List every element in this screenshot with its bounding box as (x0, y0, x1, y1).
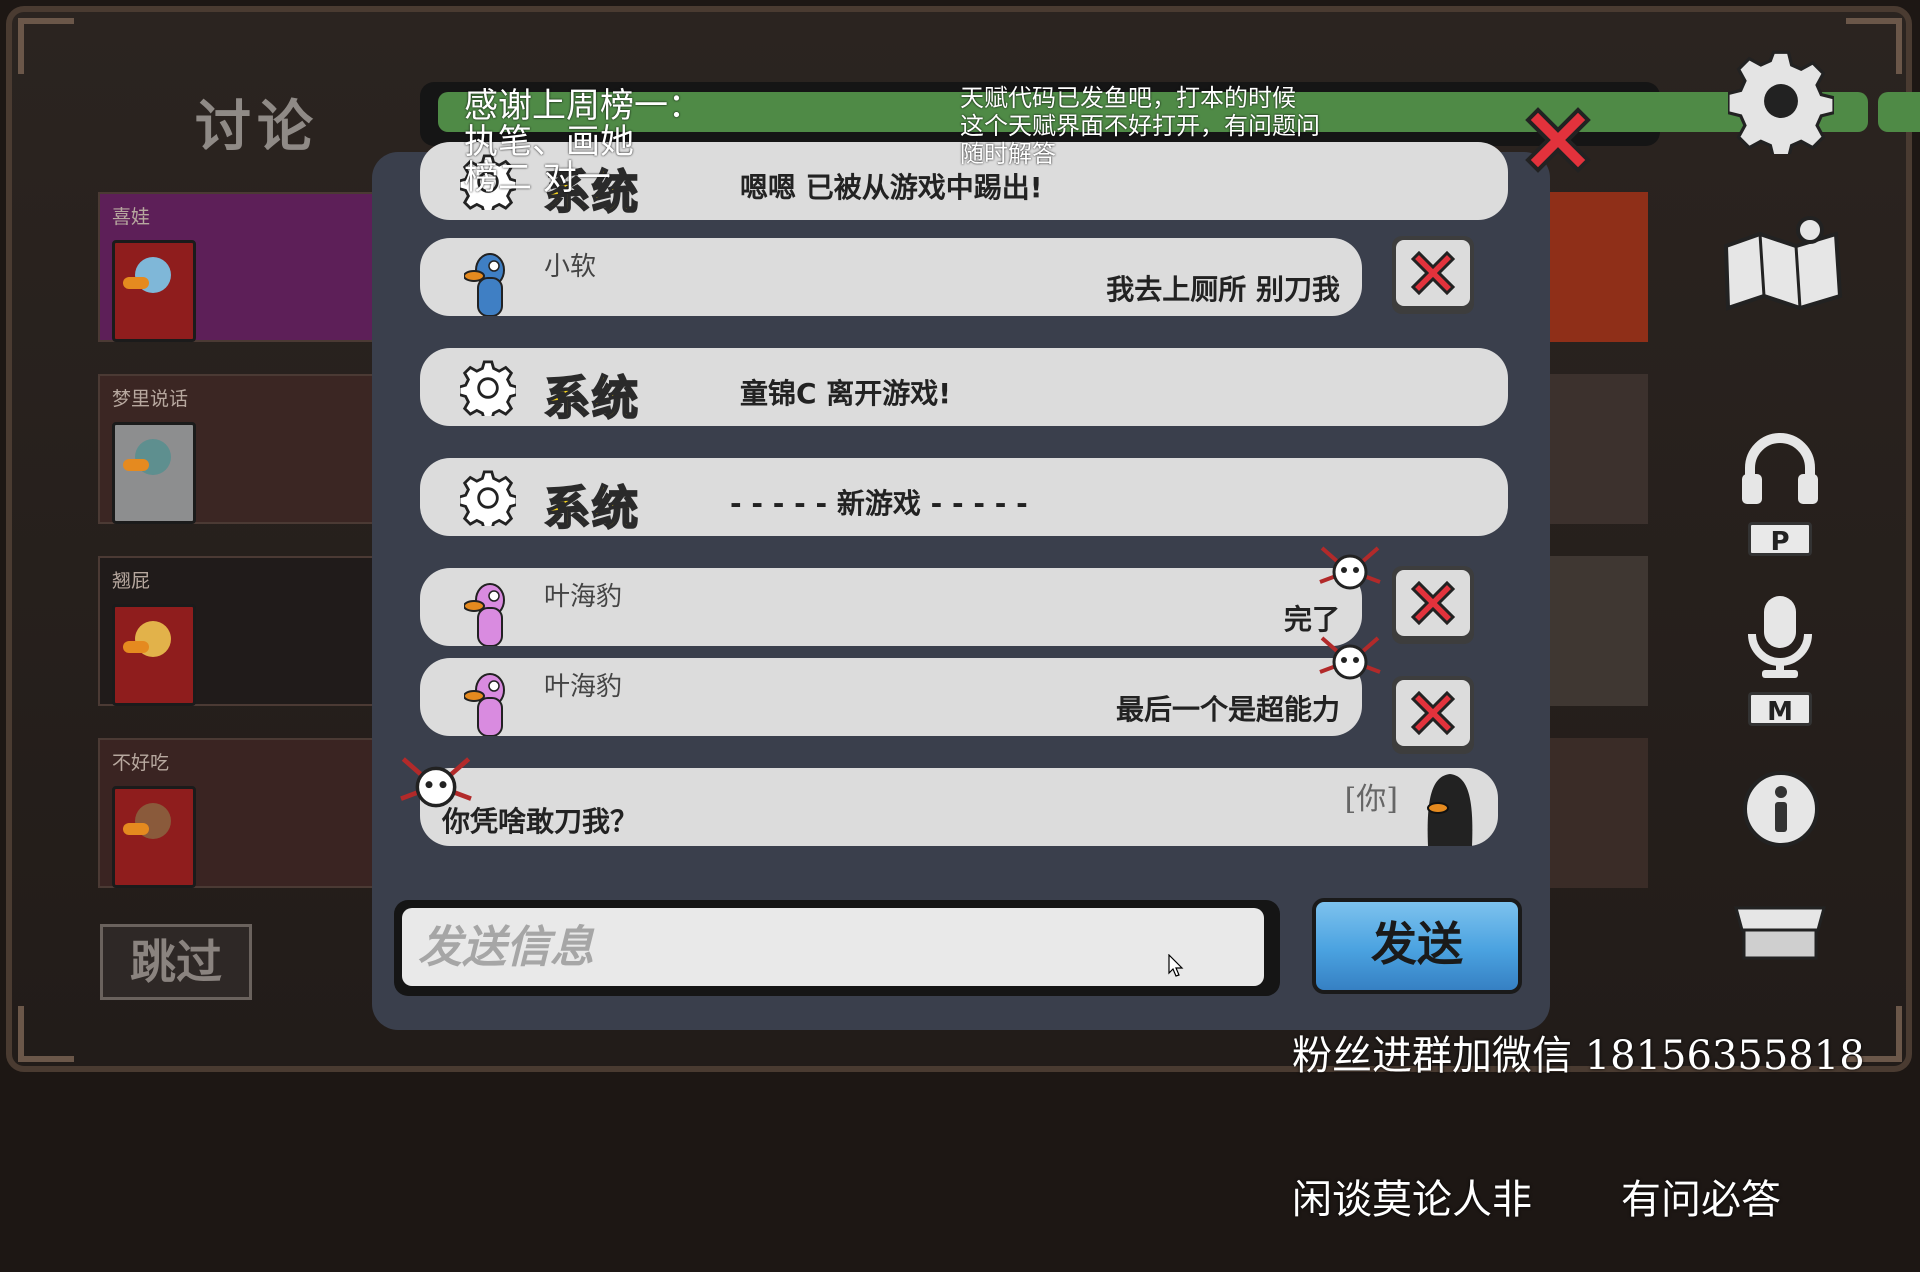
report-button[interactable] (1392, 676, 1474, 754)
overlay-line: 天赋代码已发鱼吧，打本的时候 (960, 84, 1296, 112)
goose-beak (123, 641, 149, 653)
chat-username: 叶海豹 (544, 582, 623, 612)
headphones-icon[interactable] (1738, 428, 1822, 508)
microphone-icon[interactable] (1742, 594, 1818, 678)
goose-beak (123, 459, 149, 471)
system-gear-icon (460, 470, 516, 526)
chat-message-text: 最后一个是超能力 (1115, 693, 1340, 726)
system-label: 系统 (543, 370, 640, 426)
chat-message-text: 你凭啥敢刀我？ (442, 805, 639, 838)
system-message-text: - - - - - 新游戏 - - - - - (730, 487, 1028, 520)
dead-skull-icon (1319, 546, 1381, 590)
map-icon[interactable] (1718, 210, 1848, 314)
player-avatar (112, 604, 196, 706)
player-card-right[interactable] (1538, 192, 1648, 342)
overlay-line: 榜二 对一 (464, 158, 611, 198)
chat-message-user: 小软 我去上厕所 别刀我 (420, 238, 1362, 316)
stream-overlay-notice: 天赋代码已发鱼吧，打本的时候 这个天赋界面不好打开，有问题问 随时解答 (960, 84, 1320, 168)
overlay-line: 感谢上周榜一： (464, 86, 702, 126)
overlay-line: 粉丝进群加微信 18156355818 (1292, 1033, 1865, 1079)
player-card[interactable]: 梦里说话 (98, 374, 378, 524)
overlay-line: 随时解答 (960, 140, 1056, 168)
system-label: 系统 (543, 480, 640, 536)
frame-corner (18, 1006, 74, 1062)
mouse-cursor-icon (1168, 954, 1184, 977)
player-name: 喜娃 (112, 206, 151, 228)
chat-message-user: 叶海豹 完了 (420, 546, 1381, 646)
stream-overlay-contact: 粉丝进群加微信 18156355818 闲谈莫论人非 有问必答 (1292, 936, 1865, 1272)
chat-username: 叶海豹 (544, 672, 623, 702)
red-x-icon (1410, 580, 1456, 626)
goose-avatar-icon (464, 583, 505, 646)
chat-message-user: 叶海豹 最后一个是超能力 (420, 636, 1381, 736)
chat-input-wrapper (394, 900, 1280, 996)
player-card[interactable]: 翘屁 (98, 556, 378, 706)
player-avatar (112, 422, 196, 524)
player-card[interactable]: 不好吃 (98, 738, 378, 888)
player-avatar (112, 786, 196, 888)
overlay-line: 闲谈莫论人非 有问必答 (1292, 1177, 1782, 1223)
chat-panel: 系统 嗯嗯 已被从游戏中踢出! 小软 我去上厕所 别刀我 系统 童锦C 离开游戏… (372, 142, 1550, 1030)
report-button[interactable] (1392, 566, 1474, 644)
player-name: 翘屁 (112, 570, 151, 592)
system-gear-icon (460, 360, 516, 416)
close-chat-icon[interactable] (1518, 100, 1598, 180)
goose-beak (123, 823, 149, 835)
settings-gear-icon[interactable] (1728, 48, 1834, 154)
report-button[interactable] (1392, 236, 1474, 314)
hooded-goose-avatar-icon (1427, 774, 1473, 846)
player-avatar (112, 240, 196, 342)
red-x-icon (1410, 690, 1456, 736)
frame-corner (1846, 18, 1902, 74)
info-icon[interactable] (1742, 770, 1820, 848)
chat-message-input[interactable] (402, 908, 1264, 986)
chat-message-text: 我去上厕所 别刀我 (1106, 273, 1340, 306)
frame-corner (18, 18, 74, 74)
overlay-line: 这个天赋界面不好打开，有问题问 (960, 112, 1320, 140)
goose-beak (123, 277, 149, 289)
chat-message-self: 你凭啥敢刀我？ [你] (400, 757, 1498, 846)
chat-message-system: 系统 童锦C 离开游戏! (420, 348, 1508, 426)
stream-overlay-thanks: 感谢上周榜一： 执笔、画她 榜二 对一 (464, 88, 702, 196)
system-message-text: 童锦C 离开游戏! (740, 377, 952, 410)
push-to-talk-key: P (1748, 522, 1812, 557)
self-tag: [你] (1344, 782, 1398, 817)
skip-vote-button[interactable]: 跳过 (100, 924, 252, 1000)
overlay-line: 执笔、画她 (464, 122, 634, 162)
player-card-right[interactable] (1538, 374, 1648, 524)
dead-skull-icon (1319, 636, 1381, 680)
discussion-title: 讨论 (195, 95, 319, 160)
red-x-icon (1410, 250, 1456, 296)
system-message-text: 嗯嗯 已被从游戏中踢出! (740, 171, 1043, 204)
goose-avatar-icon (464, 253, 505, 316)
goose-avatar-icon (464, 673, 505, 736)
player-name: 不好吃 (112, 752, 170, 774)
player-name: 梦里说话 (112, 388, 189, 410)
chat-username: 小软 (544, 252, 597, 282)
player-card-right[interactable] (1538, 556, 1648, 706)
timer-fill-segment (1878, 92, 1920, 132)
chat-message-system: 系统 - - - - - 新游戏 - - - - - (420, 458, 1508, 536)
player-card[interactable]: 喜娃 (98, 192, 378, 342)
mic-key: M (1748, 692, 1812, 727)
player-card-right[interactable] (1538, 738, 1648, 888)
